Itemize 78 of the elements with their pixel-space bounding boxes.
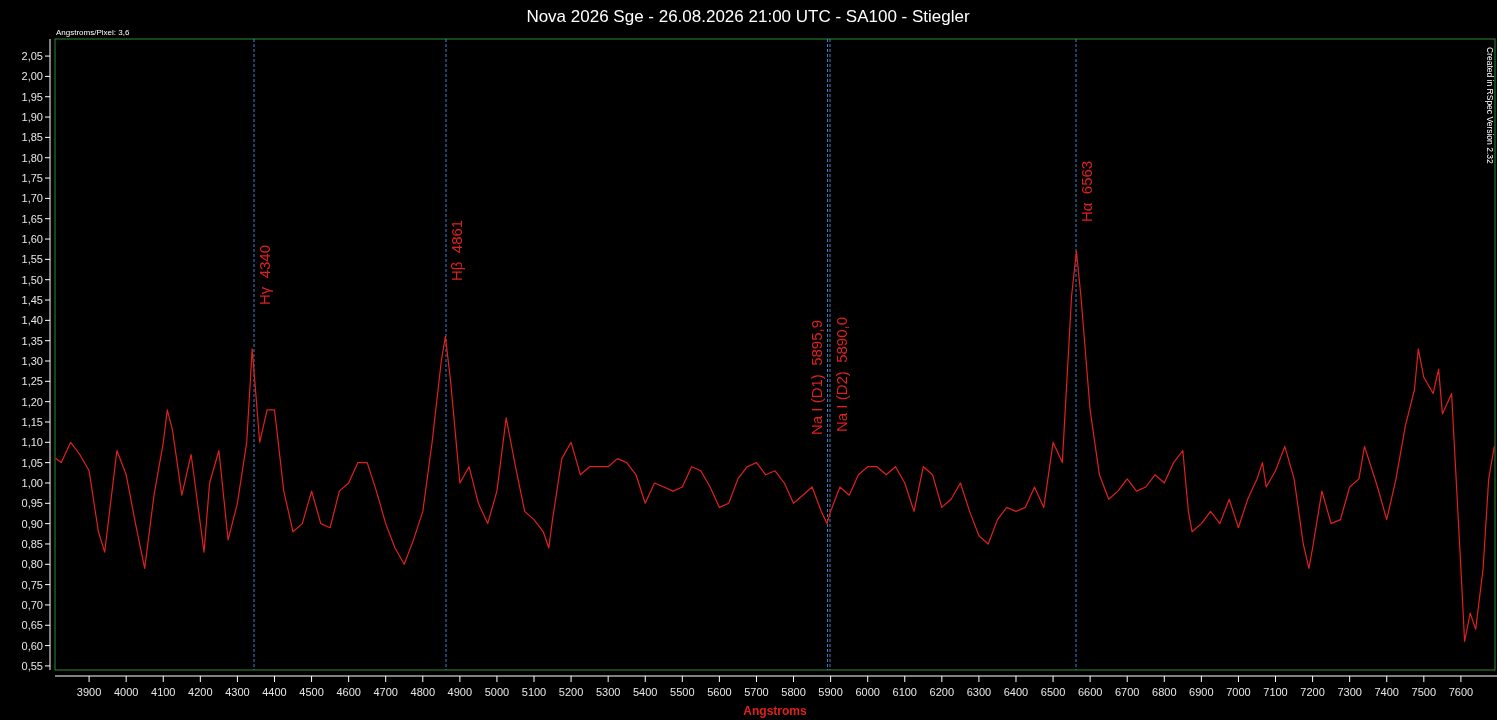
y-tick-label: 0,90 [21, 517, 43, 530]
x-tick-label: 7100 [1263, 686, 1288, 698]
x-tick-label: 5800 [781, 686, 806, 698]
x-tick-label: 6400 [1003, 686, 1029, 698]
y-tick-label: 1,95 [21, 90, 43, 103]
x-tick-label: 4300 [225, 686, 250, 698]
y-tick-label: 1,40 [21, 314, 43, 327]
x-tick-label: 6900 [1189, 686, 1214, 698]
y-tick-label: 1,45 [21, 294, 43, 306]
x-tick-label: 7300 [1337, 686, 1362, 698]
line-label: Na I (D2) 5890,0 [833, 316, 850, 432]
line-label: Na I (D1) 5895,9 [808, 319, 825, 435]
y-tick-label: 1,55 [21, 253, 43, 266]
scale-note: Angstroms/Pixel: 3,6 [56, 28, 130, 37]
x-tick-label: 5500 [670, 686, 695, 698]
x-tick-label: 4200 [188, 686, 213, 698]
y-tick-label: 2,00 [21, 70, 43, 83]
line-label: Hα 6563 [1078, 160, 1095, 222]
x-tick-label: 6300 [966, 686, 992, 698]
x-tick-label: 5300 [595, 686, 621, 698]
y-tick-label: 0,80 [21, 558, 43, 571]
x-tick-label: 5700 [744, 686, 769, 698]
y-tick-label: 1,65 [21, 212, 43, 225]
x-tick-label: 4500 [299, 686, 324, 698]
y-tick-label: 0,85 [21, 537, 43, 550]
x-tick-label: 7000 [1226, 686, 1251, 698]
x-tick-label: 6500 [1040, 686, 1066, 698]
y-tick-label: 0,75 [21, 578, 43, 591]
x-tick-label: 6600 [1077, 686, 1103, 698]
x-tick-label: 5600 [707, 686, 732, 698]
y-tick-label: 0,70 [21, 598, 43, 611]
x-tick-label: 4000 [113, 686, 139, 698]
y-tick-label: 1,25 [21, 375, 43, 388]
x-tick-label: 6800 [1152, 686, 1177, 698]
x-tick-label: 5200 [558, 686, 584, 698]
x-tick-label: 5400 [633, 686, 658, 698]
y-tick-label: 1,85 [21, 131, 43, 144]
x-tick-label: 7500 [1411, 686, 1437, 698]
x-tick-label: 4600 [336, 686, 361, 698]
x-tick-label: 6100 [892, 686, 917, 698]
y-tick-label: 1,00 [21, 477, 43, 489]
y-tick-label: 1,80 [21, 151, 43, 164]
x-tick-label: 4800 [410, 686, 436, 698]
y-tick-label: 1,90 [21, 111, 43, 124]
y-tick-label: 1,10 [21, 436, 43, 449]
y-tick-label: 1,15 [21, 416, 43, 428]
x-tick-label: 4400 [262, 686, 287, 698]
y-tick-label: 1,05 [21, 456, 43, 469]
x-tick-label: 7400 [1374, 686, 1399, 698]
x-tick-label: 7600 [1448, 686, 1474, 698]
y-tick-label: 0,95 [21, 497, 43, 510]
y-tick-label: 1,30 [21, 355, 43, 367]
y-tick-label: 2,05 [21, 50, 43, 63]
line-label: Hγ 4340 [256, 244, 273, 305]
credit-note: Created in RSpec Version 2.32 [1485, 47, 1495, 164]
x-tick-label: 5900 [818, 686, 843, 698]
x-tick-label: 4100 [151, 686, 176, 698]
y-tick-label: 0,55 [21, 659, 43, 672]
x-tick-label: 5100 [521, 686, 547, 698]
x-tick-label: 5000 [484, 686, 510, 698]
x-tick-label: 4900 [447, 686, 473, 698]
y-tick-label: 1,20 [21, 395, 43, 408]
y-tick-label: 1,75 [21, 172, 43, 185]
y-tick-label: 1,35 [21, 334, 43, 347]
x-tick-label: 6000 [855, 686, 880, 698]
y-tick-label: 0,65 [21, 619, 43, 632]
line-label: Hβ 4861 [448, 219, 465, 281]
x-tick-label: 7200 [1300, 686, 1325, 698]
y-tick-label: 1,50 [21, 273, 43, 286]
x-tick-label: 6200 [929, 686, 955, 698]
y-tick-label: 0,60 [21, 639, 43, 652]
chart-title: Nova 2026 Sge - 26.08.2026 21:00 UTC - SA100 - Stiegler [526, 7, 970, 26]
y-tick-label: 1,70 [21, 192, 43, 205]
x-tick-label: 4700 [373, 686, 398, 698]
x-tick-label: 6700 [1114, 686, 1140, 698]
x-axis-label: Angstroms [743, 704, 807, 718]
y-tick-label: 1,60 [21, 233, 43, 246]
x-tick-label: 3900 [76, 686, 102, 698]
